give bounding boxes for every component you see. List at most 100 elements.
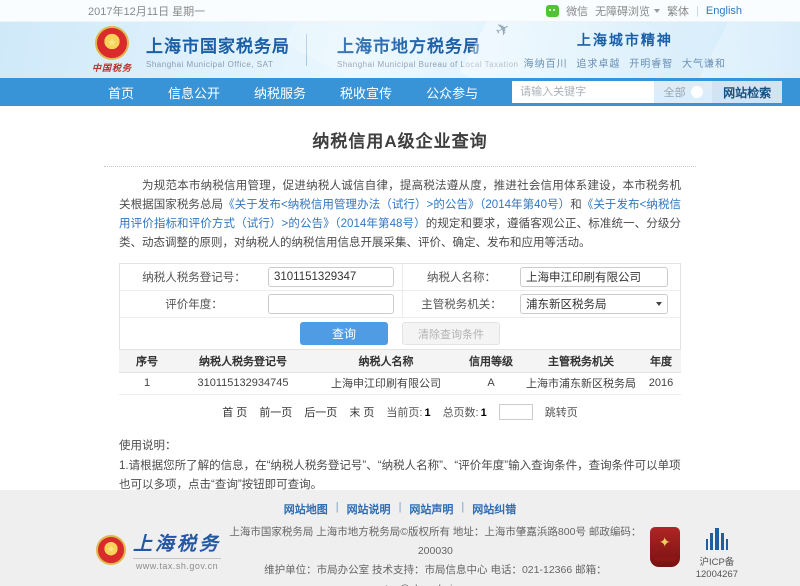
cell-reg-number: 310115132934745 [175,372,311,394]
page-title: 纳税信用A级企业查询 [119,106,681,152]
cell-credit-rating: A [461,372,521,394]
footer-maintenance: 维护单位：市局办公室 技术支持：市局信息中心 电话：021-12366 邮箱：t… [229,561,642,586]
query-form: 纳税人税务登记号： 纳税人名称： 评价年度： 主管税务机关： 浦东新区税务局 [119,263,681,350]
banner-decoration [285,22,456,78]
footer-emblem-icon [96,535,126,565]
tax-authority-select[interactable]: 浦东新区税务局 [520,294,668,314]
tax-authority-selected-value: 浦东新区税务局 [526,296,607,312]
footer-link-sitemap[interactable]: 网站地图 [284,501,328,517]
nav-item-public-participation[interactable]: 公众参与 [426,83,478,102]
icp-number-line1: 沪ICP备 [696,557,738,569]
footer-logo-text: 上海税务 [133,529,221,556]
icp-building-icon [705,527,729,551]
search-scope-selector[interactable]: 全部 [654,81,712,103]
header-banner: 中国税务 上海市国家税务局 Shanghai Municipal Office,… [0,22,800,78]
search-input[interactable] [512,81,654,103]
cell-tax-authority: 上海市浦东新区税务局 [521,372,641,394]
footer-copyright: 上海市国家税务局 上海市地方税务局©版权所有 地址：上海市肇嘉浜路800号 邮政… [229,523,642,561]
col-header-tax-authority: 主管税务机关 [521,350,641,372]
next-page-link[interactable]: 后一页 [304,404,337,420]
intro-text-2: 和 [570,199,582,211]
search-scope-label: 全部 [664,84,686,100]
col-header-reg-number: 纳税人税务登记号 [175,350,311,372]
topbar-divider: | [696,5,699,17]
form-row-1: 纳税人税务登记号： 纳税人名称： [120,264,680,291]
org-national-block: 上海市国家税务局 Shanghai Municipal Office, SAT [146,32,290,69]
footer-logo-url: www.tax.sh.gov.cn [133,558,221,571]
footer-link-statement[interactable]: 网站声明 [409,501,453,517]
current-date: 2017年12月11日 星期一 [88,3,205,19]
main-content: 纳税信用A级企业查询 为规范本市纳税信用管理，促进纳税人诚信自律，提高税法遵从度… [119,106,681,536]
chevron-down-icon [654,9,660,13]
tax-authority-label: 主管税务机关： [402,291,520,317]
taxpayer-name-label: 纳税人名称： [402,264,520,290]
nav-item-home[interactable]: 首页 [108,83,134,102]
current-page-label: 当前页: [386,407,422,419]
city-spirit-title: 上海城市精神 [524,30,726,50]
footer-link-divider: | [336,501,339,517]
form-buttons-row: 查询 清除查询条件 [120,318,680,349]
english-link[interactable]: English [706,5,742,17]
footer-logo-block[interactable]: 上海税务 www.tax.sh.gov.cn [96,523,221,571]
site-search: 全部 网站检索 [512,81,782,103]
select-caret-icon [656,302,662,306]
announcement-link-40[interactable]: 《关于发布<纳税信用管理办法（试行）>的公告》（2014年第40号） [223,199,570,211]
current-page-group: 当前页:1 [386,404,430,420]
evaluation-year-input[interactable] [268,294,394,314]
clear-conditions-button[interactable]: 清除查询条件 [402,322,500,345]
total-pages-group: 总页数:1 [443,404,487,420]
icp-number-line2: 12004267 [696,569,738,581]
last-page-link[interactable]: 末 页 [349,404,374,420]
main-navbar: 首页 信息公开 纳税服务 税收宣传 公众参与 全部 网站检索 [0,78,800,106]
taxpayer-reg-number-input[interactable] [268,267,394,287]
search-button[interactable]: 网站检索 [712,81,782,103]
org-national-name: 上海市国家税务局 [146,32,290,57]
footer-link-error-report[interactable]: 网站纠错 [472,501,516,517]
results-table: 序号 纳税人税务登记号 纳税人名称 信用等级 主管税务机关 年度 1 31011… [119,350,681,395]
jump-page-input[interactable] [499,404,533,420]
title-divider [104,166,696,167]
footer-link-divider: | [399,501,402,517]
footer-link-divider: | [461,501,464,517]
query-button[interactable]: 查询 [300,322,388,345]
footer-link-site-help[interactable]: 网站说明 [347,501,391,517]
prev-page-link[interactable]: 前一页 [259,404,292,420]
first-page-link[interactable]: 首 页 [222,404,247,420]
wechat-icon [546,5,559,17]
nav-item-tax-services[interactable]: 纳税服务 [254,83,306,102]
footer: 网站地图 | 网站说明 | 网站声明 | 网站纠错 上海税务 www.tax.s… [0,490,800,586]
col-header-year: 年度 [641,350,681,372]
top-utility-bar: 2017年12月11日 星期一 微信 无障碍浏览 繁体 | English [0,0,800,22]
nav-item-tax-publicity[interactable]: 税收宣传 [340,83,392,102]
page: 2017年12月11日 星期一 微信 无障碍浏览 繁体 | English 中国… [0,0,800,586]
table-row: 1 310115132934745 上海申江印刷有限公司 A 上海市浦东新区税务… [119,372,681,394]
taxpayer-reg-number-label: 纳税人税务登记号： [120,264,268,290]
form-row-2: 评价年度： 主管税务机关： 浦东新区税务局 [120,291,680,318]
traditional-chinese-link[interactable]: 繁体 [667,3,689,19]
wechat-link[interactable]: 微信 [566,3,588,19]
taxpayer-name-input[interactable] [520,267,668,287]
icp-block[interactable]: 沪ICP备 12004267 [696,527,738,581]
accessibility-link[interactable]: 无障碍浏览 [595,3,650,19]
evaluation-year-label: 评价年度： [120,291,268,317]
cell-seq: 1 [119,372,175,394]
current-page-value: 1 [424,407,430,419]
nav-item-info-disclosure[interactable]: 信息公开 [168,83,220,102]
col-header-credit-rating: 信用等级 [461,350,521,372]
city-spirit-block: ✈ 上海城市精神 海纳百川 追求卓越 开明睿智 大气谦和 [524,30,730,70]
total-pages-label: 总页数: [443,407,479,419]
pagination: 首 页 前一页 后一页 末 页 当前页:1 总页数:1 跳转页 [119,404,681,420]
footer-info-block: 上海市国家税务局 上海市地方税务局©版权所有 地址：上海市肇嘉浜路800号 邮政… [221,523,650,586]
col-header-seq: 序号 [119,350,175,372]
usage-notes-title: 使用说明： [119,437,681,457]
intro-paragraph: 为规范本市纳税信用管理，促进纳税人诚信自律，提高税法遵从度，推进社会信用体系建设… [119,177,681,253]
footer-main: 上海税务 www.tax.sh.gov.cn 上海市国家税务局 上海市地方税务局… [0,523,800,586]
supervision-badge-icon[interactable] [650,527,680,567]
total-pages-value: 1 [481,407,487,419]
footer-badges: 沪ICP备 12004267 [650,527,738,581]
jump-page-label: 跳转页 [545,404,578,420]
tax-bureau-logo[interactable]: 中国税务 [92,26,132,74]
col-header-taxpayer-name: 纳税人名称 [311,350,461,372]
cell-taxpayer-name: 上海申江印刷有限公司 [311,372,461,394]
city-spirit-motto: 海纳百川 追求卓越 开明睿智 大气谦和 [524,55,726,70]
